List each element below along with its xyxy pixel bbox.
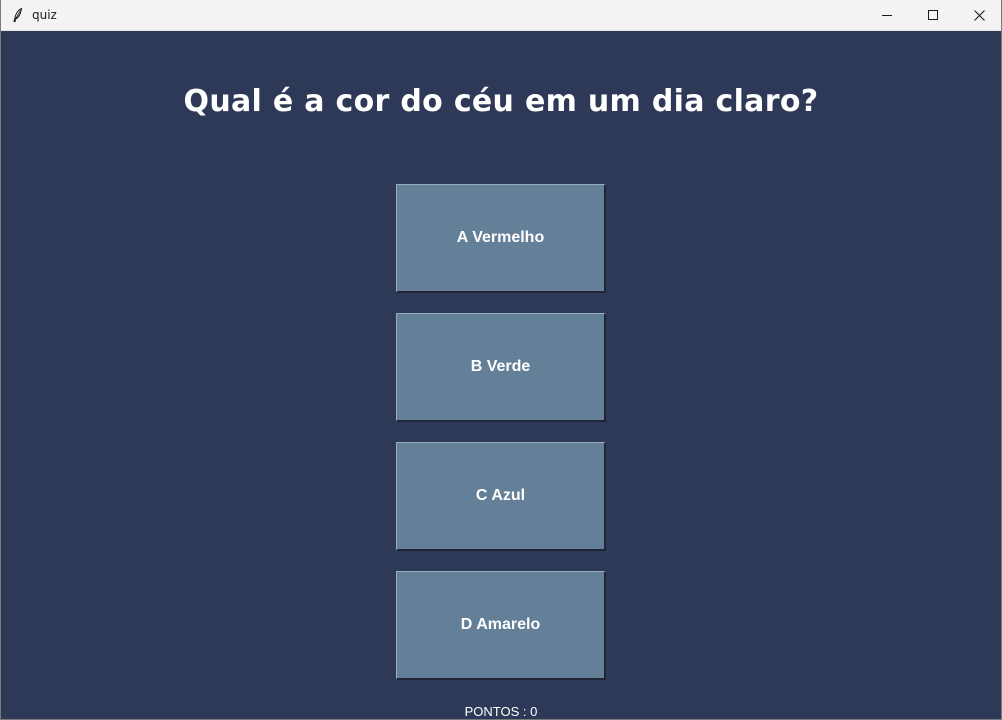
score-label: PONTOS : 0 xyxy=(464,704,538,719)
window-title: quiz xyxy=(32,8,57,22)
minimize-icon xyxy=(882,10,892,20)
answer-button-a[interactable]: A Vermelho xyxy=(396,184,606,293)
title-bar[interactable]: quiz xyxy=(1,0,1001,31)
close-icon xyxy=(973,9,985,21)
answer-label-c: C Azul xyxy=(475,487,526,504)
maximize-icon xyxy=(928,10,938,20)
answer-button-c[interactable]: C Azul xyxy=(396,442,606,551)
feather-icon xyxy=(10,7,26,23)
answer-button-d[interactable]: D Amarelo xyxy=(396,571,606,680)
minimize-button[interactable] xyxy=(864,0,910,30)
app-window: quiz Qual é a cor do céu em um dia claro… xyxy=(0,0,1002,720)
answer-label-b: B Verde xyxy=(470,358,531,375)
answer-label-a: A Vermelho xyxy=(456,229,545,246)
question-text: Qual é a cor do céu em um dia claro? xyxy=(183,84,819,119)
close-button[interactable] xyxy=(956,0,1002,30)
answer-label-d: D Amarelo xyxy=(460,616,541,633)
maximize-button[interactable] xyxy=(910,0,956,30)
answer-button-b[interactable]: B Verde xyxy=(396,313,606,422)
